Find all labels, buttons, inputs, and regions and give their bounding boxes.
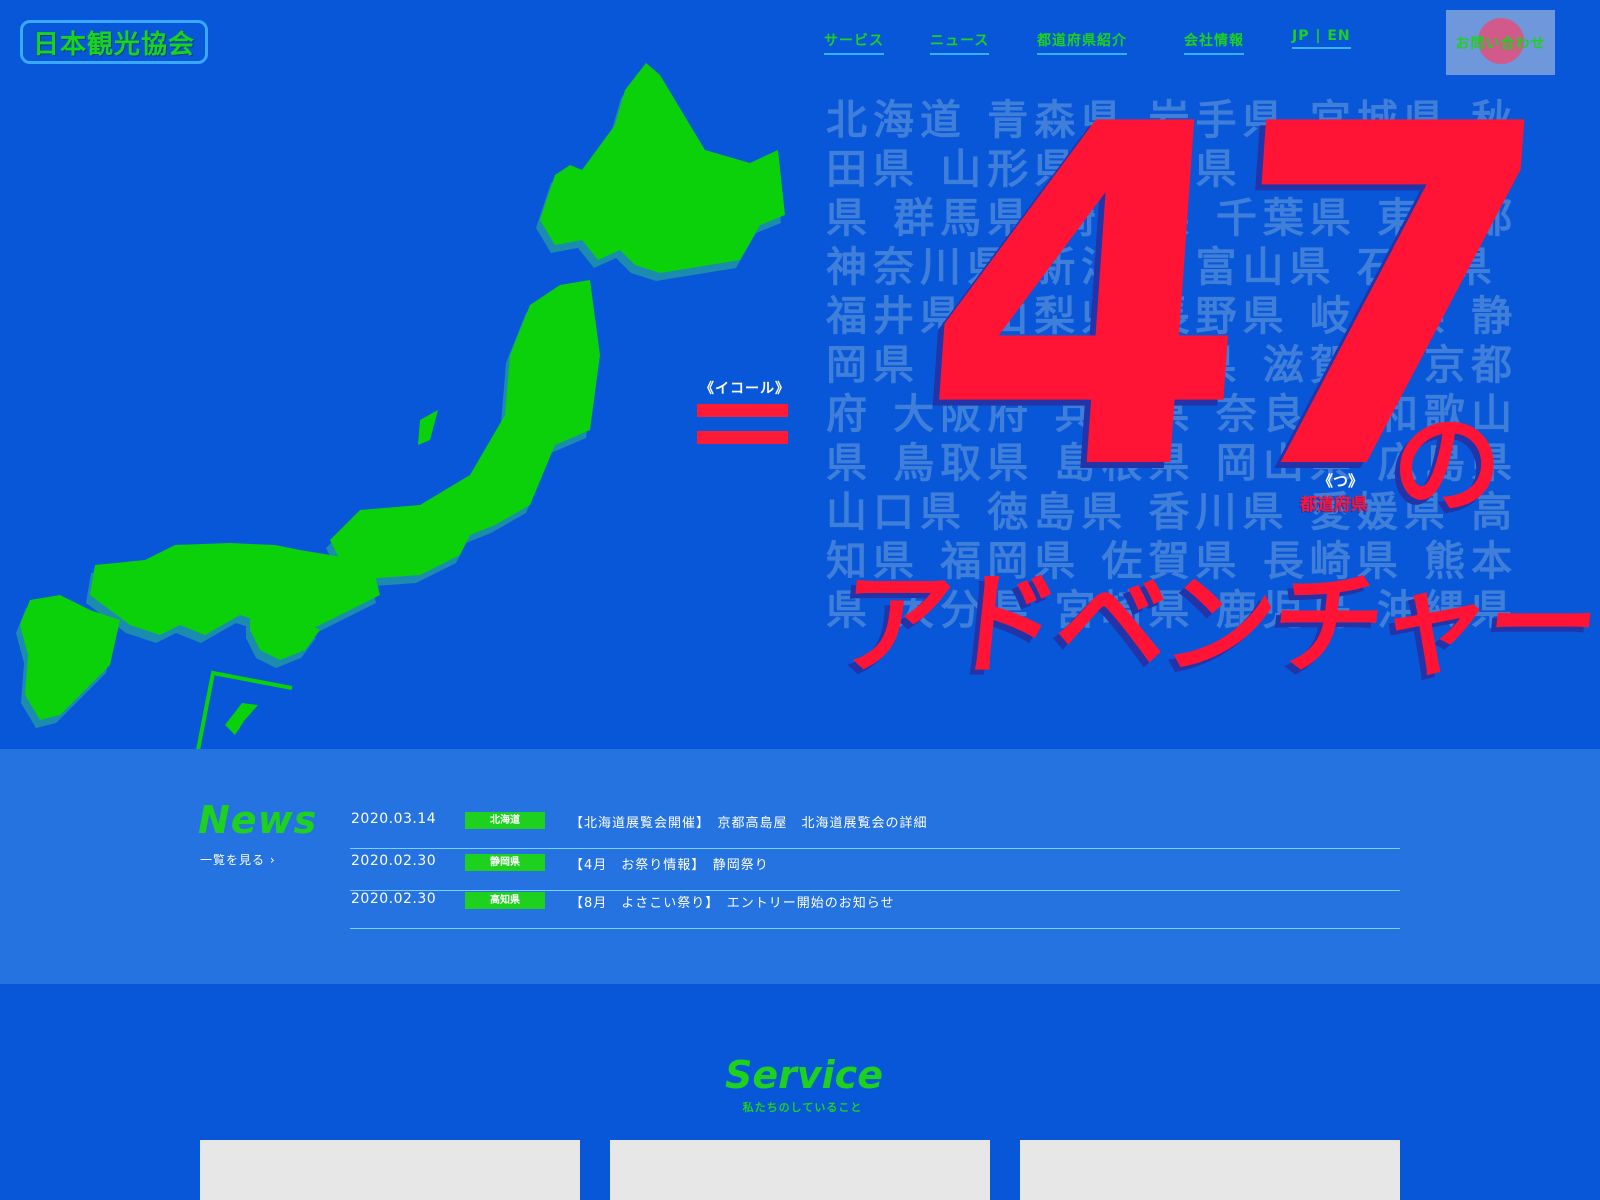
page: 日本観光協会 サービス ニュース 都道府県紹介 会社情報 JP | EN お問い…	[0, 0, 1600, 1200]
service-card[interactable]	[1020, 1140, 1400, 1200]
equal-label: 《イコール》	[700, 381, 790, 397]
news-item[interactable]: 2020.03.14 北海道 【北海道展覧会開催】 京都高島屋 北海道展覧会の詳…	[350, 811, 1400, 849]
news-title: 【北海道展覧会開催】 京都高島屋 北海道展覧会の詳細	[570, 816, 928, 831]
service-heading: Service	[725, 1053, 883, 1097]
service-subheading: 私たちのしていること	[742, 1101, 863, 1114]
news-date: 2020.02.30	[351, 853, 437, 869]
news-date: 2020.02.30	[351, 891, 437, 907]
japan-map-illustration	[16, 63, 785, 751]
nav-service[interactable]: サービス	[824, 30, 884, 55]
headline-todofuken: 都道府県	[1300, 495, 1368, 515]
service-card[interactable]	[200, 1140, 580, 1200]
news-prefecture-tag: 静岡県	[465, 854, 545, 871]
news-item[interactable]: 2020.02.30 静岡県 【4月 お祭り情報】 静岡祭り	[350, 853, 1400, 891]
news-prefecture-tag: 北海道	[465, 812, 545, 829]
service-card[interactable]	[610, 1140, 990, 1200]
news-title: 【4月 お祭り情報】 静岡祭り	[570, 858, 769, 873]
news-title: 【8月 よさこい祭り】 エントリー開始のお知らせ	[570, 896, 895, 911]
news-prefecture-tag: 高知県	[465, 892, 545, 909]
news-item[interactable]: 2020.02.30 高知県 【8月 よさこい祭り】 エントリー開始のお知らせ	[350, 891, 1400, 929]
news-divider	[350, 848, 1400, 849]
headline-ruby: 《つ》	[1318, 472, 1364, 490]
news-heading: News	[198, 798, 318, 842]
news-divider	[350, 928, 1400, 929]
equal-bar-bottom	[697, 431, 788, 444]
equal-bar-top	[697, 404, 788, 417]
news-date: 2020.03.14	[351, 811, 437, 827]
news-view-all-link[interactable]: 一覧を見る ›	[200, 851, 276, 868]
japan-map-islands	[20, 63, 785, 720]
headline-adventure: アドベンチャー	[833, 560, 1600, 690]
headline-no: の	[1392, 401, 1502, 529]
